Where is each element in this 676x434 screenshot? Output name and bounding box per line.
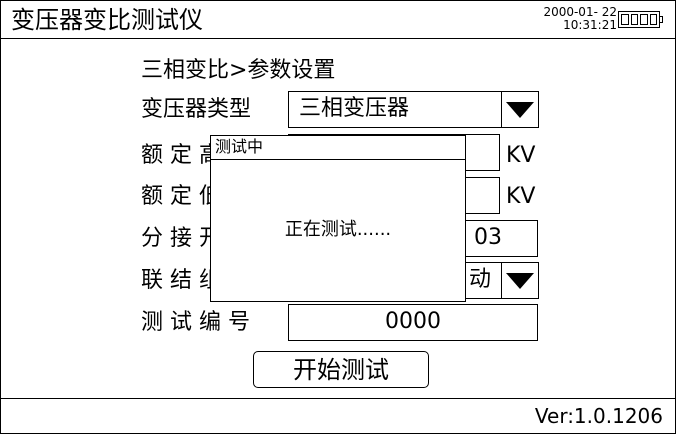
- battery-tip: [660, 16, 663, 23]
- time-display: 10:31:21: [563, 18, 617, 32]
- tap-position-label: 分 接 开: [141, 226, 221, 251]
- chevron-down-icon: [506, 101, 534, 118]
- version-label: Ver:1.0.1206: [534, 404, 663, 428]
- transformer-type-value: 三相变压器: [299, 96, 410, 121]
- dialog-message: 正在测试......: [284, 219, 392, 240]
- test-number-label: 测 试 编 号: [141, 310, 250, 335]
- clock: 2000-01- 22 10:31:21: [543, 6, 617, 32]
- battery-cell: [649, 14, 657, 25]
- rated-low-unit: KV: [506, 184, 536, 209]
- breadcrumb: 三相变比>参数设置: [141, 58, 336, 83]
- tap-position-value: 03: [474, 225, 502, 250]
- app-title: 变压器变比测试仪: [11, 6, 203, 34]
- start-test-button[interactable]: 开始测试: [253, 351, 429, 388]
- battery-cell: [630, 14, 638, 25]
- test-number-value: 0000: [385, 309, 441, 334]
- status-bar: Ver:1.0.1206: [1, 398, 675, 433]
- connection-group-label: 联 结 组: [141, 268, 221, 293]
- device-screen: 变压器变比测试仪 2000-01- 22 10:31:21 三相变比>参数设置 …: [0, 0, 676, 434]
- rated-low-label: 额 定 低: [141, 184, 221, 209]
- transformer-type-label: 变压器类型: [141, 97, 252, 122]
- battery-cell: [621, 14, 629, 25]
- rated-high-label: 额 定 高: [141, 143, 221, 168]
- connection-group-dropdown-button[interactable]: [501, 262, 539, 299]
- battery-icon: [618, 11, 660, 28]
- title-bar: 变压器变比测试仪 2000-01- 22 10:31:21: [1, 1, 675, 39]
- rated-high-unit: KV: [506, 143, 536, 168]
- transformer-type-dropdown-button[interactable]: [501, 91, 539, 128]
- chevron-down-icon: [506, 272, 534, 289]
- connection-group-value: 动: [469, 267, 492, 292]
- testing-dialog: 测试中 正在测试......: [210, 135, 466, 302]
- test-number-input[interactable]: 0000: [288, 304, 538, 341]
- transformer-type-select[interactable]: 三相变压器: [288, 91, 502, 128]
- battery-cell: [640, 14, 648, 25]
- dialog-title: 测试中: [211, 136, 465, 160]
